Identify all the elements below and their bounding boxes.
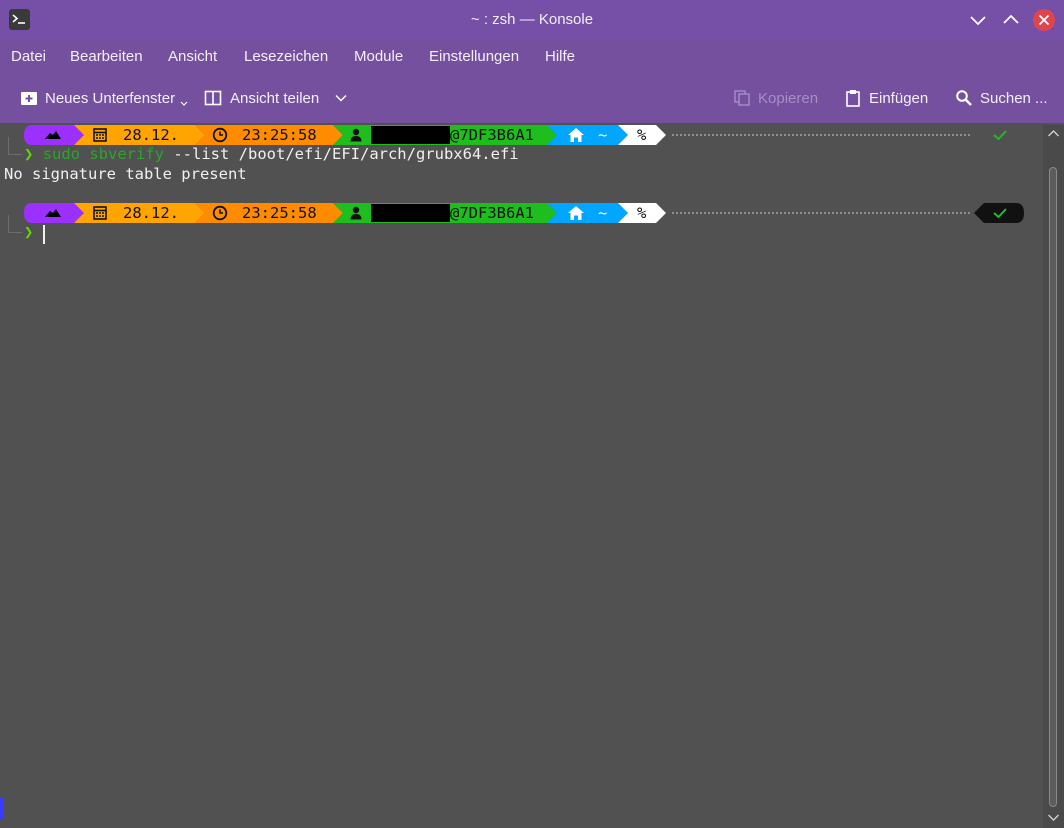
input-line[interactable]: ❯ <box>24 223 33 241</box>
prompt-time: 23:25:58 <box>242 204 317 222</box>
prompt-symbol: % <box>637 126 647 144</box>
check-icon <box>993 208 1007 219</box>
prompt-arrow: ❯ <box>24 145 34 163</box>
menu-module[interactable]: Module <box>354 48 403 65</box>
redacted-username <box>371 204 450 222</box>
output-line: No signature table present <box>4 165 247 183</box>
search-label: Suchen ... <box>980 90 1048 107</box>
minimize-button[interactable] <box>966 8 990 32</box>
new-tab-label: Neues Unterfenster <box>45 90 176 107</box>
paste-button[interactable]: Einfügen <box>844 89 934 109</box>
chevron-down-icon <box>970 16 986 26</box>
copy-icon <box>734 90 750 106</box>
menu-einstellungen[interactable]: Einstellungen <box>429 48 519 65</box>
maximize-button[interactable] <box>999 8 1023 32</box>
prompt-host: @7DF3B6A1 <box>450 204 534 222</box>
prompt-arrow: ❯ <box>24 223 34 241</box>
prompt-date: 28.12. <box>123 126 179 144</box>
text-cursor <box>43 225 45 244</box>
command-line: ❯ sudo sbverify --list /boot/efi/EFI/arc… <box>24 145 519 163</box>
close-icon <box>1033 9 1055 31</box>
segment-dir <box>547 125 628 145</box>
new-tab-button[interactable]: Neues Unterfenster <box>20 89 190 109</box>
clock-icon <box>212 205 228 221</box>
clock-icon <box>212 127 228 143</box>
menu-ansicht[interactable]: Ansicht <box>168 48 217 65</box>
prompt-time: 23:25:58 <box>242 126 317 144</box>
copy-button[interactable]: Kopieren <box>733 89 823 109</box>
home-icon <box>568 206 584 220</box>
prompt-frame-corner <box>8 137 22 155</box>
split-view-button[interactable]: Ansicht teilen <box>204 89 350 109</box>
check-icon <box>993 130 1007 141</box>
home-icon <box>568 128 584 142</box>
scroll-down-icon[interactable] <box>1047 813 1060 822</box>
calendar-icon <box>93 206 107 220</box>
title-bar[interactable]: ~ : zsh — Konsole <box>0 0 1064 40</box>
terminal-view[interactable]: 28.12. 23:25:58 @7DF3B6A1 ~ % ❯ sudo sbv… <box>0 125 1043 828</box>
menu-bearbeiten[interactable]: Bearbeiten <box>70 48 143 65</box>
menu-lesezeichen[interactable]: Lesezeichen <box>244 48 328 65</box>
search-icon <box>956 90 972 106</box>
prompt-line: 28.12. 23:25:58 @7DF3B6A1 ~ % <box>0 125 1043 155</box>
scroll-thumb[interactable] <box>1049 167 1057 807</box>
prompt-symbol: % <box>637 204 647 222</box>
scroll-up-icon[interactable] <box>1047 129 1060 138</box>
paste-label: Einfügen <box>869 90 929 107</box>
calendar-icon <box>93 128 107 142</box>
menu-bar: Datei Bearbeiten Ansicht Lesezeichen Mod… <box>0 40 1064 74</box>
user-icon <box>350 206 362 220</box>
command-args: --list /boot/efi/EFI/arch/grubx64.efi <box>164 145 519 163</box>
window-title: ~ : zsh — Konsole <box>470 11 594 28</box>
user-icon <box>350 128 362 142</box>
paste-icon <box>846 90 860 107</box>
prompt-frame-corner <box>8 215 22 233</box>
new-tab-icon <box>21 92 37 105</box>
search-button[interactable]: Suchen ... <box>955 89 1050 109</box>
prompt-dir: ~ <box>598 204 608 222</box>
prompt-dir: ~ <box>598 126 608 144</box>
copy-label: Kopieren <box>758 90 819 107</box>
prompt-date: 28.12. <box>123 204 179 222</box>
prompt-filler-dots <box>672 212 970 214</box>
dropdown-chevron-icon <box>180 101 188 106</box>
prompt-line: 28.12. 23:25:58 @7DF3B6A1 ~ % <box>0 203 1043 233</box>
scrollbar[interactable] <box>1043 125 1064 828</box>
menu-hilfe[interactable]: Hilfe <box>545 48 575 65</box>
split-view-label: Ansicht teilen <box>230 90 320 107</box>
redacted-username <box>371 126 450 144</box>
prompt-host: @7DF3B6A1 <box>450 126 534 144</box>
konsole-window: ~ : zsh — Konsole Datei Bearbeiten Ansic… <box>0 0 1064 828</box>
prompt-filler-dots <box>672 134 970 136</box>
toolbar: Neues Unterfenster Ansicht teilen Kopier… <box>0 74 1064 124</box>
command-sudo: sudo sbverify <box>42 145 165 163</box>
segment-dir <box>547 203 628 223</box>
menu-datei[interactable]: Datei <box>11 48 46 65</box>
scroll-marker <box>0 797 4 819</box>
split-view-icon <box>204 90 222 106</box>
close-button[interactable] <box>1032 8 1056 32</box>
chevron-up-icon <box>1003 14 1019 24</box>
chevron-down-icon <box>335 95 347 102</box>
